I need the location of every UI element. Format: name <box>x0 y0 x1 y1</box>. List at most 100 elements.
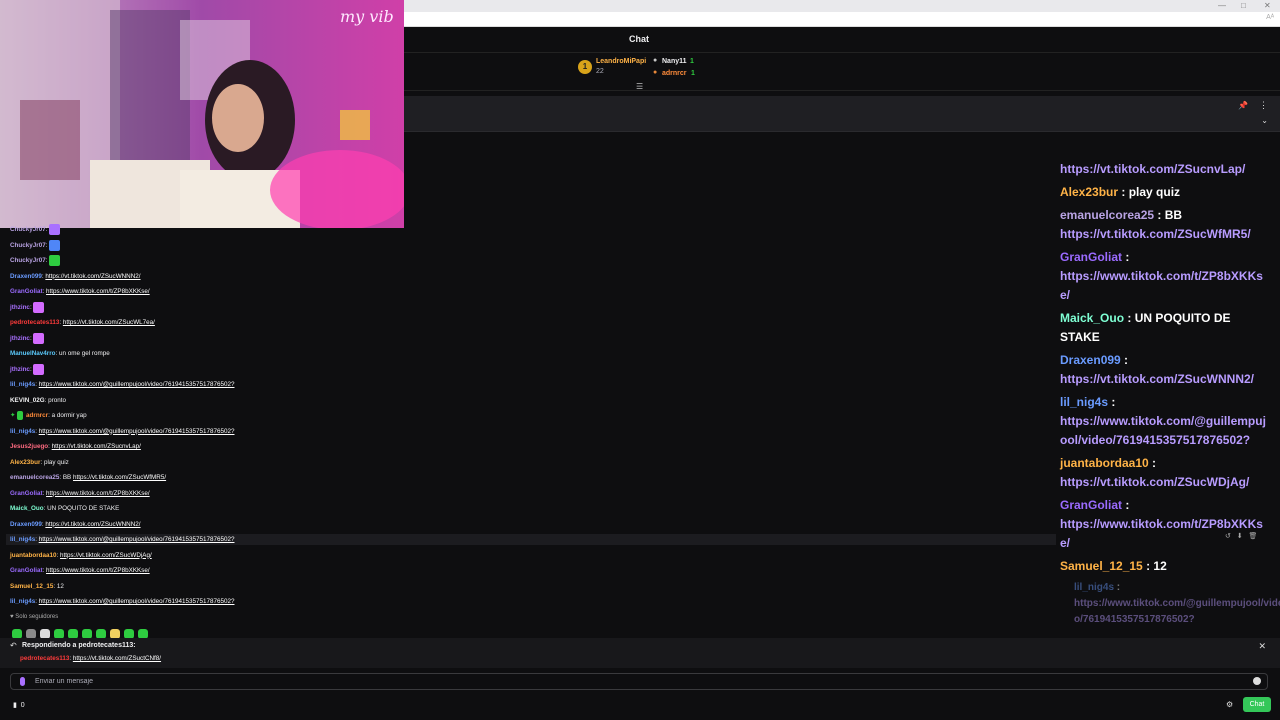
chat-username[interactable]: ChuckyJr07 <box>10 257 46 264</box>
overlay-username[interactable]: lil_nig4s <box>1074 582 1114 593</box>
overlay-username[interactable]: juantabordaa10 <box>1060 456 1149 470</box>
reply-quote-link[interactable]: https://vt.tiktok.com/ZSuctCNf8/ <box>73 655 161 662</box>
chat-username[interactable]: ChuckyJr07 <box>10 242 46 249</box>
chat-send-button[interactable]: Chat <box>1243 697 1271 712</box>
reply-arrow-icon: ↶ <box>10 641 17 650</box>
overlay-message: Alex23bur : play quiz <box>1060 183 1272 202</box>
overlay-username[interactable]: Draxen099 <box>1060 353 1121 367</box>
leader-second-name[interactable]: Nany11 <box>662 58 687 65</box>
chat-username[interactable]: GranGoliat <box>10 288 43 295</box>
chat-username[interactable]: adrnrcr <box>26 412 48 419</box>
overlay-username[interactable]: Samuel_12_15 <box>1060 559 1143 573</box>
overlay-message: lil_nig4s : https://www.tiktok.com/@guil… <box>1060 393 1272 450</box>
overlay-link[interactable]: https://vt.tiktok.com/ZSucWfMR5/ <box>1060 227 1251 241</box>
maximize-icon[interactable]: □ <box>1241 0 1246 12</box>
emote-icon <box>33 363 45 375</box>
chat-link[interactable]: https://www.tiktok.com/@guillempujool/vi… <box>39 598 235 605</box>
leader-third-name[interactable]: adrnrcr <box>662 70 687 77</box>
message-input[interactable] <box>35 676 1235 687</box>
gift-icon: ▮ <box>13 702 17 709</box>
reply-quote: pedrotecates113: https://vt.tiktok.com/Z… <box>20 655 161 662</box>
more-options-icon[interactable]: ⋮ <box>1259 100 1268 111</box>
chat-username[interactable]: ManuelNav4rro <box>10 350 56 357</box>
chat-message: GranGoliat: https://www.tiktok.com/t/ZP8… <box>10 565 150 576</box>
chat-link[interactable]: https://www.tiktok.com/t/ZP8bXKKse/ <box>46 288 150 295</box>
pin-message-icon[interactable]: ⬇ <box>1237 533 1243 540</box>
read-aloud-icon[interactable]: Aᴬ <box>1266 14 1274 21</box>
close-icon[interactable]: ✕ <box>1264 0 1271 12</box>
message-input-box <box>10 673 1268 690</box>
chat-username[interactable]: lil_nig4s <box>10 598 35 605</box>
chat-username[interactable]: Draxen099 <box>10 521 42 528</box>
chat-username[interactable]: jthzinc <box>10 366 30 373</box>
overlay-separator: : <box>1118 185 1129 199</box>
webcam-image: my vib <box>0 0 404 228</box>
delete-icon[interactable]: 🗑 <box>1248 533 1257 540</box>
neon-sign-text: my vib <box>340 7 394 26</box>
chat-link[interactable]: https://vt.tiktok.com/ZSucnvLap/ <box>52 443 141 450</box>
chat-link[interactable]: https://vt.tiktok.com/ZSucWNNN2/ <box>45 273 140 280</box>
chat-username[interactable]: Alex23bur <box>10 459 40 466</box>
filter-icon[interactable]: ☰ <box>636 82 643 91</box>
reply-icon[interactable]: ↺ <box>1225 533 1231 540</box>
chat-username[interactable]: GranGoliat <box>10 490 43 497</box>
chat-username[interactable]: Jesus2juego <box>10 443 48 450</box>
chat-link[interactable]: https://www.tiktok.com/@guillempujool/vi… <box>39 381 235 388</box>
overlay-message: juantabordaa10 : https://vt.tiktok.com/Z… <box>1060 454 1272 492</box>
chat-link[interactable]: https://vt.tiktok.com/ZSucWDjAg/ <box>60 552 152 559</box>
chat-username[interactable]: Maick_Ouo <box>10 505 44 512</box>
reply-banner: ↶ Respondiendo a pedrotecates113: ✕ pedr… <box>0 638 1280 668</box>
chat-username[interactable]: jthzinc <box>10 304 30 311</box>
pinned-message-bar: 📌 ⋮ ⌄ <box>404 96 1280 132</box>
chat-username[interactable]: lil_nig4s <box>10 381 35 388</box>
chat-username[interactable]: Samuel_12_15 <box>10 583 53 590</box>
overlay-username[interactable]: Maick_Ouo <box>1060 311 1124 325</box>
minimize-icon[interactable]: — <box>1218 0 1226 12</box>
overlay-message: lil_nig4s : https://www.tiktok.com/@guil… <box>1074 580 1280 628</box>
address-bar[interactable]: Aᴬ <box>404 12 1280 27</box>
overlay-username[interactable]: lil_nig4s <box>1060 395 1108 409</box>
chevron-down-icon[interactable]: ⌄ <box>1261 116 1268 125</box>
overlay-link[interactable]: https://www.tiktok.com/t/ZP8bXKKse/ <box>1060 269 1263 302</box>
overlay-text: BB <box>1164 208 1183 222</box>
chat-username[interactable]: jthzinc <box>10 335 30 342</box>
emoji-icon[interactable] <box>1253 677 1261 685</box>
overlay-message: emanuelcorea25 : BB https://vt.tiktok.com… <box>1060 206 1272 244</box>
chat-message: lil_nig4s: https://www.tiktok.com/@guill… <box>10 379 234 390</box>
close-reply-icon[interactable]: ✕ <box>1258 641 1266 652</box>
overlay-link[interactable]: https://www.tiktok.com/@guillempujool/vi… <box>1060 414 1266 447</box>
chat-username[interactable]: Draxen099 <box>10 273 42 280</box>
overlay-link[interactable]: https://vt.tiktok.com/ZSucWDjAg/ <box>1060 475 1249 489</box>
chat-username[interactable]: GranGoliat <box>10 567 43 574</box>
chat-username[interactable]: ChuckyJr07 <box>10 226 46 233</box>
chat-link[interactable]: https://vt.tiktok.com/ZSucWNNN2/ <box>45 521 140 528</box>
chat-text: BB <box>62 474 74 481</box>
leader-first-name[interactable]: LeandroMiPapi <box>596 58 646 65</box>
chat-username[interactable]: lil_nig4s <box>10 536 35 543</box>
chat-message: ChuckyJr07: <box>10 224 61 235</box>
chat-username[interactable]: KEVIN_02G <box>10 397 45 404</box>
chat-username[interactable]: lil_nig4s <box>10 428 35 435</box>
gear-icon[interactable]: ⚙ <box>1226 700 1233 709</box>
chat-username[interactable]: juantabordaa10 <box>10 552 57 559</box>
channel-points[interactable]: ▮ 0 <box>13 701 25 709</box>
overlay-username[interactable]: emanuelcorea25 <box>1060 208 1154 222</box>
pin-icon[interactable]: 📌 <box>1238 101 1248 110</box>
chat-link[interactable]: https://www.tiktok.com/@guillempujool/vi… <box>39 536 235 543</box>
overlay-link[interactable]: https://vt.tiktok.com/ZSucWNNN2/ <box>1060 372 1254 386</box>
overlay-link[interactable]: https://www.tiktok.com/@guillempujool/vi… <box>1074 598 1280 625</box>
chat-username[interactable]: emanuelcorea25 <box>10 474 59 481</box>
microphone-icon[interactable] <box>20 677 25 686</box>
chat-link[interactable]: https://vt.tiktok.com/ZSucWfMR5/ <box>73 474 166 481</box>
overlay-username[interactable]: GranGoliat <box>1060 250 1122 264</box>
chat-link[interactable]: https://www.tiktok.com/t/ZP8bXKKse/ <box>46 490 150 497</box>
chat-link[interactable]: https://vt.tiktok.com/ZSucWL7ea/ <box>63 319 155 326</box>
overlay-link[interactable]: https://vt.tiktok.com/ZSucnvLap/ <box>1060 162 1245 176</box>
chat-username[interactable]: pedrotecates113 <box>10 319 59 326</box>
overlay-username[interactable]: Alex23bur <box>1060 185 1118 199</box>
chat-link[interactable]: https://www.tiktok.com/t/ZP8bXKKse/ <box>46 567 150 574</box>
overlay-username[interactable]: GranGoliat <box>1060 498 1122 512</box>
chat-text: a dormir yap <box>51 412 87 419</box>
chat-message: GranGoliat: https://www.tiktok.com/t/ZP8… <box>10 488 150 499</box>
chat-link[interactable]: https://www.tiktok.com/@guillempujool/vi… <box>39 428 235 435</box>
